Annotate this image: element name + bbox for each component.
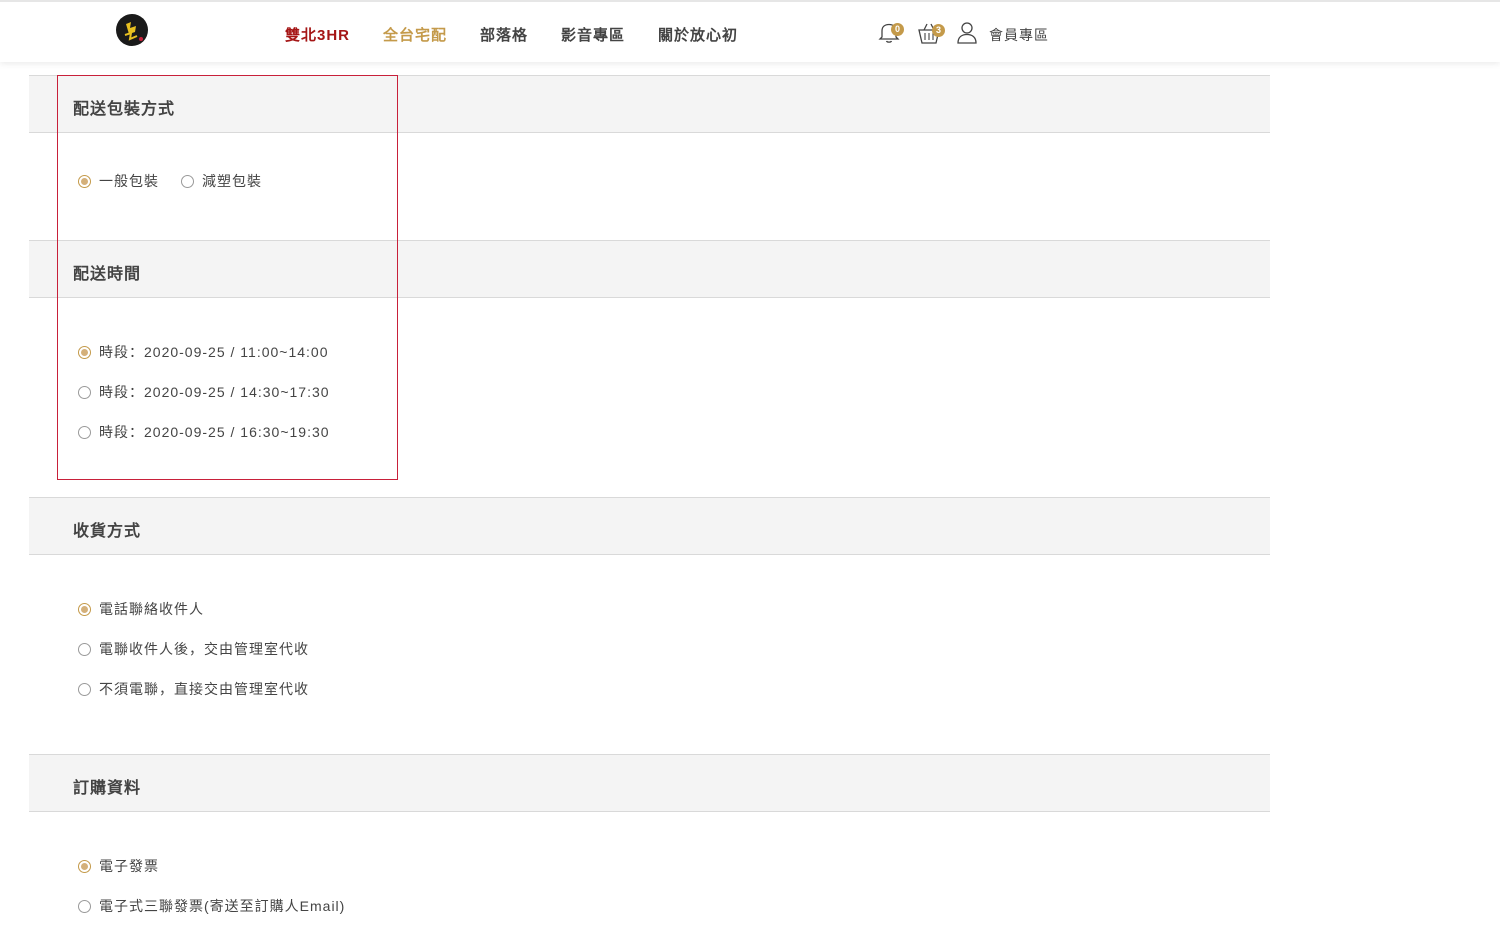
receiving-option[interactable]: 電聯收件人後，交由管理室代收 — [78, 639, 309, 659]
nav-link-blog[interactable]: 部落格 — [480, 24, 528, 45]
delivery-slot-label: 時段：2020-09-25 / 14:30~17:30 — [99, 384, 330, 400]
delivery-slot-option[interactable]: 時段：2020-09-25 / 11:00~14:00 — [78, 342, 329, 362]
delivery-slot-option[interactable]: 時段：2020-09-25 / 14:30~17:30 — [78, 382, 330, 402]
nav-link-3hr[interactable]: 雙北3HR — [285, 24, 350, 45]
receiving-section-header: 收貨方式 — [29, 497, 1270, 555]
packaging-option-reduced-plastic[interactable]: 減塑包裝 — [181, 171, 262, 191]
delivery-slot-label: 時段：2020-09-25 / 16:30~19:30 — [99, 424, 330, 440]
nav-link-about[interactable]: 關於放心初 — [658, 24, 738, 45]
invoice-option-label: 電子式三聯發票(寄送至訂購人Email) — [99, 898, 346, 914]
brand-logo[interactable] — [116, 14, 148, 46]
receiving-section-title: 收貨方式 — [73, 523, 142, 540]
radio-unselected-icon[interactable] — [78, 899, 91, 913]
notification-button[interactable]: 0 — [878, 20, 904, 46]
radio-unselected-icon[interactable] — [78, 642, 91, 656]
radio-unselected-icon[interactable] — [78, 682, 91, 696]
cart-button[interactable]: 3 — [917, 20, 945, 46]
receiving-option-label: 電聯收件人後，交由管理室代收 — [99, 641, 309, 657]
radio-unselected-icon[interactable] — [181, 174, 194, 188]
invoice-option[interactable]: 電子式三聯發票(寄送至訂購人Email) — [78, 896, 345, 916]
packaging-option-label: 減塑包裝 — [202, 173, 262, 189]
radio-selected-icon[interactable] — [78, 345, 91, 359]
radio-unselected-icon[interactable] — [78, 425, 91, 439]
radio-selected-icon[interactable] — [78, 174, 91, 188]
invoice-option[interactable]: 電子發票 — [78, 856, 159, 876]
invoice-option-label: 電子發票 — [99, 858, 159, 874]
packaging-option-standard[interactable]: 一般包裝 — [78, 171, 159, 191]
logo-mark-icon — [118, 16, 146, 44]
delivery-slot-option[interactable]: 時段：2020-09-25 / 16:30~19:30 — [78, 422, 330, 442]
radio-selected-icon[interactable] — [78, 602, 91, 616]
receiving-option-label: 不須電聯，直接交由管理室代收 — [99, 681, 309, 697]
user-icon — [957, 22, 977, 44]
top-navigation-bar: 雙北3HR 全台宅配 部落格 影音專區 關於放心初 0 3 會員專區 — [0, 0, 1500, 62]
order-info-section-title: 訂購資料 — [73, 780, 142, 797]
notification-count-badge: 0 — [891, 23, 904, 36]
nav-link-home-delivery[interactable]: 全台宅配 — [383, 24, 447, 45]
member-button[interactable] — [956, 20, 980, 46]
receiving-option-label: 電話聯絡收件人 — [99, 601, 204, 617]
radio-selected-icon[interactable] — [78, 859, 91, 873]
packaging-option-label: 一般包裝 — [99, 173, 159, 189]
receiving-option[interactable]: 不須電聯，直接交由管理室代收 — [78, 679, 309, 699]
cart-count-badge: 3 — [932, 24, 945, 37]
member-area-link[interactable]: 會員專區 — [989, 25, 1049, 45]
packaging-section-header: 配送包裝方式 — [29, 75, 1270, 133]
nav-link-video[interactable]: 影音專區 — [561, 24, 625, 45]
order-info-section-header: 訂購資料 — [29, 754, 1270, 812]
delivery-time-section-title: 配送時間 — [73, 266, 142, 283]
packaging-section-title: 配送包裝方式 — [73, 101, 176, 118]
delivery-slot-label: 時段：2020-09-25 / 11:00~14:00 — [99, 344, 329, 360]
delivery-time-section-header: 配送時間 — [29, 240, 1270, 298]
receiving-option[interactable]: 電話聯絡收件人 — [78, 599, 204, 619]
radio-unselected-icon[interactable] — [78, 385, 91, 399]
